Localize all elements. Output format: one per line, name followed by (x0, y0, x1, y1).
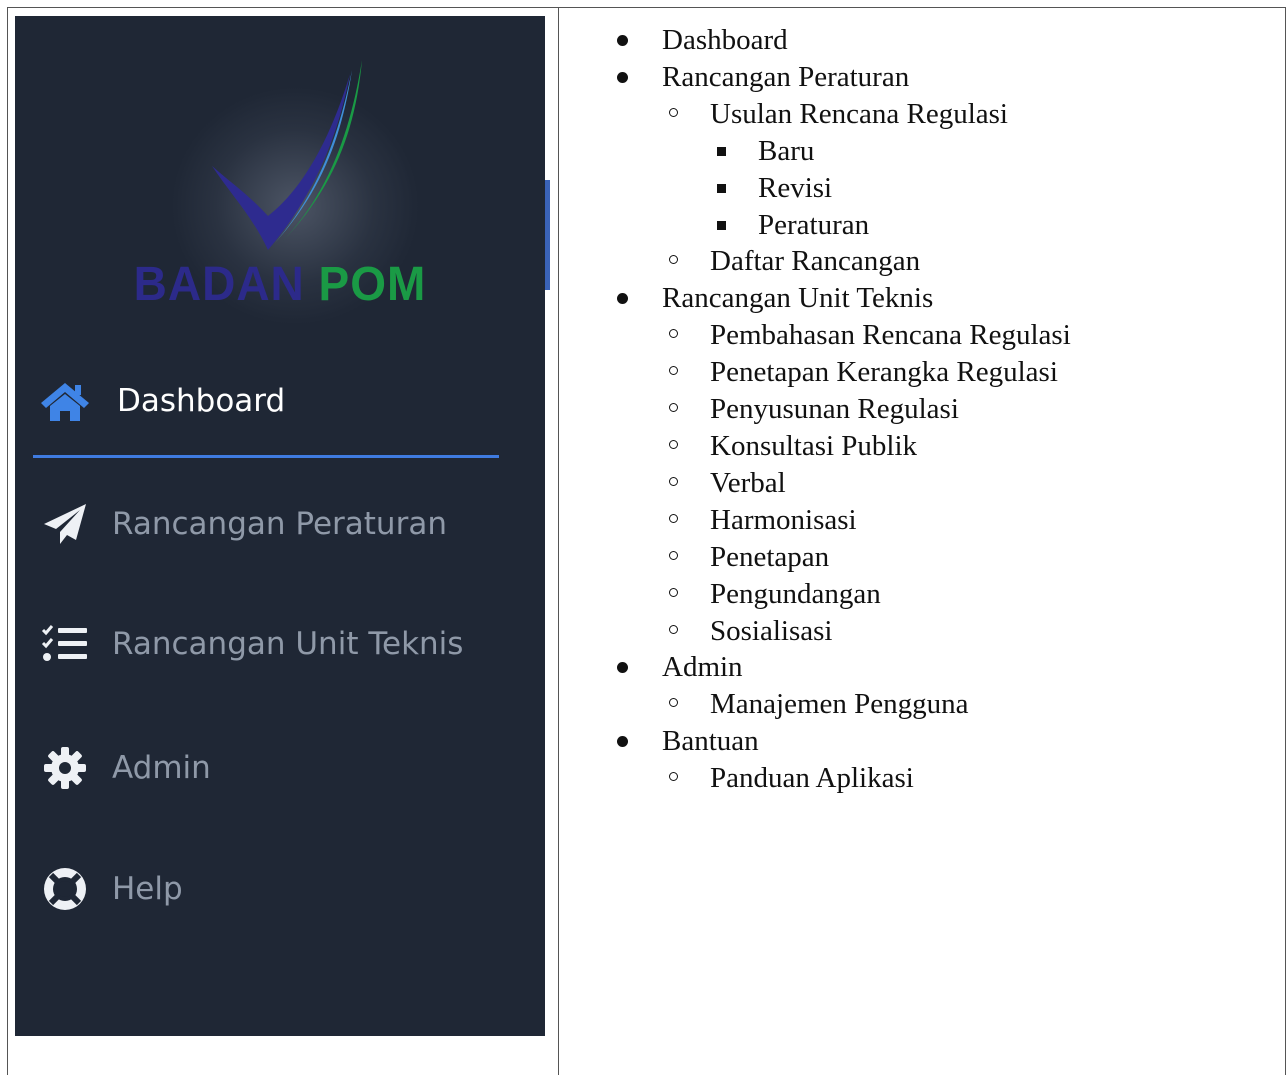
outline-item-admin: Admin (600, 649, 1260, 686)
outline-label: Pembahasan Rencana Regulasi (710, 319, 1071, 352)
logo-wordmark: BADAN POM (130, 255, 430, 312)
circle-bullet (669, 513, 678, 523)
logo-checkmark-icon (212, 60, 362, 250)
outline-item-konsultasi: Konsultasi Publik (600, 428, 1260, 465)
sidebar-item-label: Help (112, 871, 183, 907)
outline-item-panduan-aplikasi: Panduan Aplikasi (600, 760, 1260, 797)
disc-bullet (617, 293, 628, 305)
outline-item-manajemen-pengguna: Manajemen Pengguna (600, 686, 1260, 723)
circle-bullet (669, 550, 678, 560)
circle-bullet (669, 107, 678, 117)
life-ring-icon (37, 861, 93, 917)
sidebar-item-label: Rancangan Unit Teknis (112, 626, 464, 662)
sidebar-item-label: Rancangan Peraturan (112, 506, 447, 542)
sidebar-edge-accent (545, 180, 550, 290)
outline-item-peraturan: Peraturan (600, 207, 1260, 244)
paper-plane-icon (37, 496, 93, 552)
outline-item-usulan-rencana-regulasi: Usulan Rencana Regulasi (600, 96, 1260, 133)
outline-label: Manajemen Pengguna (710, 688, 969, 721)
outline-label: Bantuan (662, 725, 759, 758)
outline-item-harmonisasi: Harmonisasi (600, 502, 1260, 539)
disc-bullet (617, 662, 628, 674)
circle-bullet (669, 366, 678, 376)
logo-text-pom: POM (318, 255, 427, 311)
disc-bullet (617, 35, 628, 46)
outline-label: Sosialisasi (710, 614, 833, 647)
sidebar-item-label: Admin (112, 750, 211, 786)
outline-item-penetapan-kerangka: Penetapan Kerangka Regulasi (600, 354, 1260, 391)
circle-bullet (669, 329, 678, 339)
outline-label: Peraturan (758, 208, 870, 241)
outline-item-pembahasan: Pembahasan Rencana Regulasi (600, 317, 1260, 354)
outline-item-bantuan: Bantuan (600, 723, 1260, 760)
outline-item-sosialisasi: Sosialisasi (600, 613, 1260, 650)
outline-item-penyusunan: Penyusunan Regulasi (600, 391, 1260, 428)
outline-item-dashboard: Dashboard (600, 22, 1260, 59)
sidebar-item-label: Dashboard (117, 383, 286, 419)
sidebar-item-rancangan-peraturan[interactable]: Rancangan Peraturan (15, 494, 545, 554)
outline-label: Rancangan Peraturan (662, 60, 910, 93)
menu-outline: Dashboard Rancangan Peraturan Usulan Ren… (600, 22, 1260, 797)
outline-label: Penyusunan Regulasi (710, 393, 959, 426)
outline-label: Pengundangan (710, 577, 881, 610)
circle-bullet (669, 403, 678, 413)
outline-label: Rancangan Unit Teknis (662, 282, 934, 315)
outline-label: Harmonisasi (710, 503, 857, 536)
circle-bullet (669, 587, 678, 597)
outline-label: Baru (758, 134, 815, 167)
outline-item-daftar-rancangan: Daftar Rancangan (600, 243, 1260, 280)
sidebar-item-dashboard[interactable]: Dashboard (15, 371, 545, 431)
outline-label: Revisi (758, 171, 833, 204)
sidebar: BADAN POM Dashboard Rancangan Peraturan (15, 16, 545, 1036)
circle-bullet (669, 624, 678, 634)
active-indicator (33, 455, 499, 458)
square-bullet (717, 183, 726, 193)
outline-item-revisi: Revisi (600, 170, 1260, 207)
outline-label: Penetapan (710, 540, 830, 573)
outline-label: Konsultasi Publik (710, 429, 918, 462)
circle-bullet (669, 255, 678, 265)
badan-pom-logo: BADAN POM (130, 56, 450, 336)
outline-item-penetapan: Penetapan (600, 539, 1260, 576)
home-icon (37, 373, 93, 429)
disc-bullet (617, 736, 628, 748)
outline-item-rancangan-peraturan: Rancangan Peraturan (600, 59, 1260, 96)
outline-label: Penetapan Kerangka Regulasi (710, 356, 1058, 389)
outline-label: Dashboard (662, 24, 788, 56)
sidebar-item-help[interactable]: Help (15, 859, 545, 919)
sidebar-item-admin[interactable]: Admin (15, 738, 545, 798)
outline-label: Verbal (710, 466, 786, 499)
sidebar-item-rancangan-unit-teknis[interactable]: Rancangan Unit Teknis (15, 614, 545, 674)
circle-bullet (669, 439, 678, 449)
outline-item-verbal: Verbal (600, 465, 1260, 502)
outline-item-rancangan-unit-teknis: Rancangan Unit Teknis (600, 280, 1260, 317)
circle-bullet (669, 476, 678, 486)
circle-bullet (669, 772, 678, 782)
logo-text-badan: BADAN (133, 255, 305, 311)
outline-label: Daftar Rancangan (710, 245, 921, 278)
disc-bullet (617, 71, 628, 83)
outline-label: Panduan Aplikasi (710, 762, 914, 795)
outline-item-pengundangan: Pengundangan (600, 576, 1260, 613)
circle-bullet (669, 698, 678, 708)
square-bullet (717, 146, 726, 156)
list-check-icon (37, 616, 93, 672)
outline-label: Usulan Rencana Regulasi (710, 97, 1008, 130)
gear-icon (37, 740, 93, 796)
square-bullet (717, 220, 726, 230)
outline-item-baru: Baru (600, 133, 1260, 170)
outline-label: Admin (662, 651, 743, 684)
table-column-divider (558, 7, 559, 1075)
